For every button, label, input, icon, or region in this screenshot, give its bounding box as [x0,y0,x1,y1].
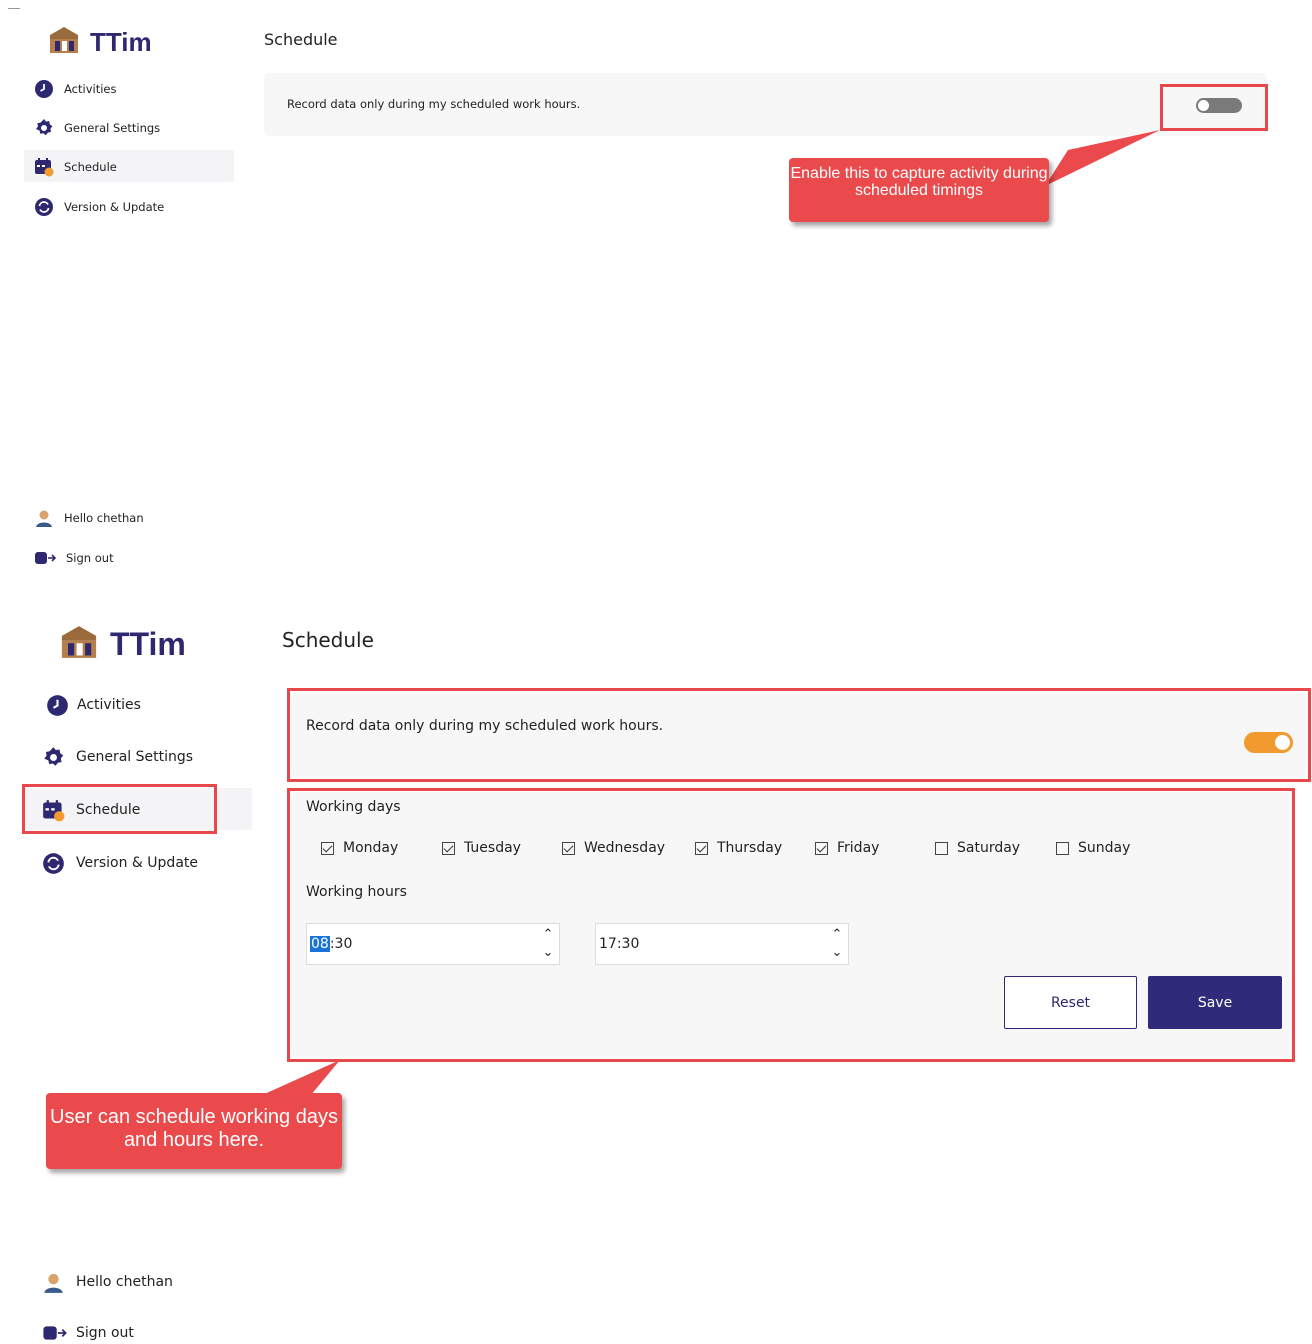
sidebar-item-label: Version & Update [76,855,199,871]
sidebar-item-general-settings[interactable]: General Settings [42,745,193,769]
page-title: Schedule [282,628,374,652]
schedule-hint-callout: User can schedule working days and hours… [46,1093,342,1169]
sidebar-item-version-update[interactable]: Version & Update [42,851,198,875]
calendar-icon [34,157,54,177]
avatar [34,508,54,528]
clock-icon [46,694,69,717]
refresh-icon [34,197,54,217]
sidebar-item-label: Version & Update [64,200,165,214]
brand-name: TTim [110,625,186,662]
sidebar-item-label: Activities [64,82,117,96]
annotation-highlight-toggle [1160,84,1268,131]
annotation-highlight-record-card [287,688,1311,782]
clock-icon [34,79,54,99]
page-title: Schedule [264,30,338,49]
greeting-text: Hello chethan [76,1274,173,1290]
greeting-text: Hello chethan [64,511,144,525]
ttim-logo-icon [46,25,82,60]
sidebar-item-activities[interactable]: Activities [46,693,141,717]
gear-icon [34,118,54,138]
refresh-icon [42,852,65,875]
window-minimize-mark [8,8,20,9]
sidebar-item-activities[interactable]: Activities [34,79,116,99]
toggle-hint-callout: Enable this to capture activity during s… [789,158,1049,222]
user-greeting: Hello chethan [42,1270,173,1294]
brand-logo: TTim [46,26,152,58]
user-greeting: Hello chethan [34,508,144,528]
ttim-logo-icon [57,623,101,666]
gear-icon [42,746,65,769]
sidebar-item-label: General Settings [64,121,161,135]
sign-out-icon [34,549,56,567]
sidebar-item-label: Activities [77,697,141,713]
sign-out-link[interactable]: Sign out [42,1322,134,1344]
sidebar-item-schedule[interactable]: Schedule [34,157,117,177]
annotation-highlight-schedule-nav [22,784,217,834]
avatar [42,1271,65,1294]
sidebar-item-label: General Settings [76,749,194,765]
sidebar-item-label: Schedule [64,160,117,174]
sign-out-label: Sign out [76,1325,134,1341]
sidebar-item-version-update[interactable]: Version & Update [34,197,164,217]
sign-out-link[interactable]: Sign out [34,548,114,568]
record-setting-label: Record data only during my scheduled wor… [287,97,581,111]
sign-out-label: Sign out [66,551,114,565]
sign-out-icon [42,1323,67,1343]
sidebar-item-general-settings[interactable]: General Settings [34,118,160,138]
annotation-highlight-schedule-card [287,788,1295,1062]
brand-name: TTim [90,26,152,57]
brand-logo: TTim [57,624,186,664]
